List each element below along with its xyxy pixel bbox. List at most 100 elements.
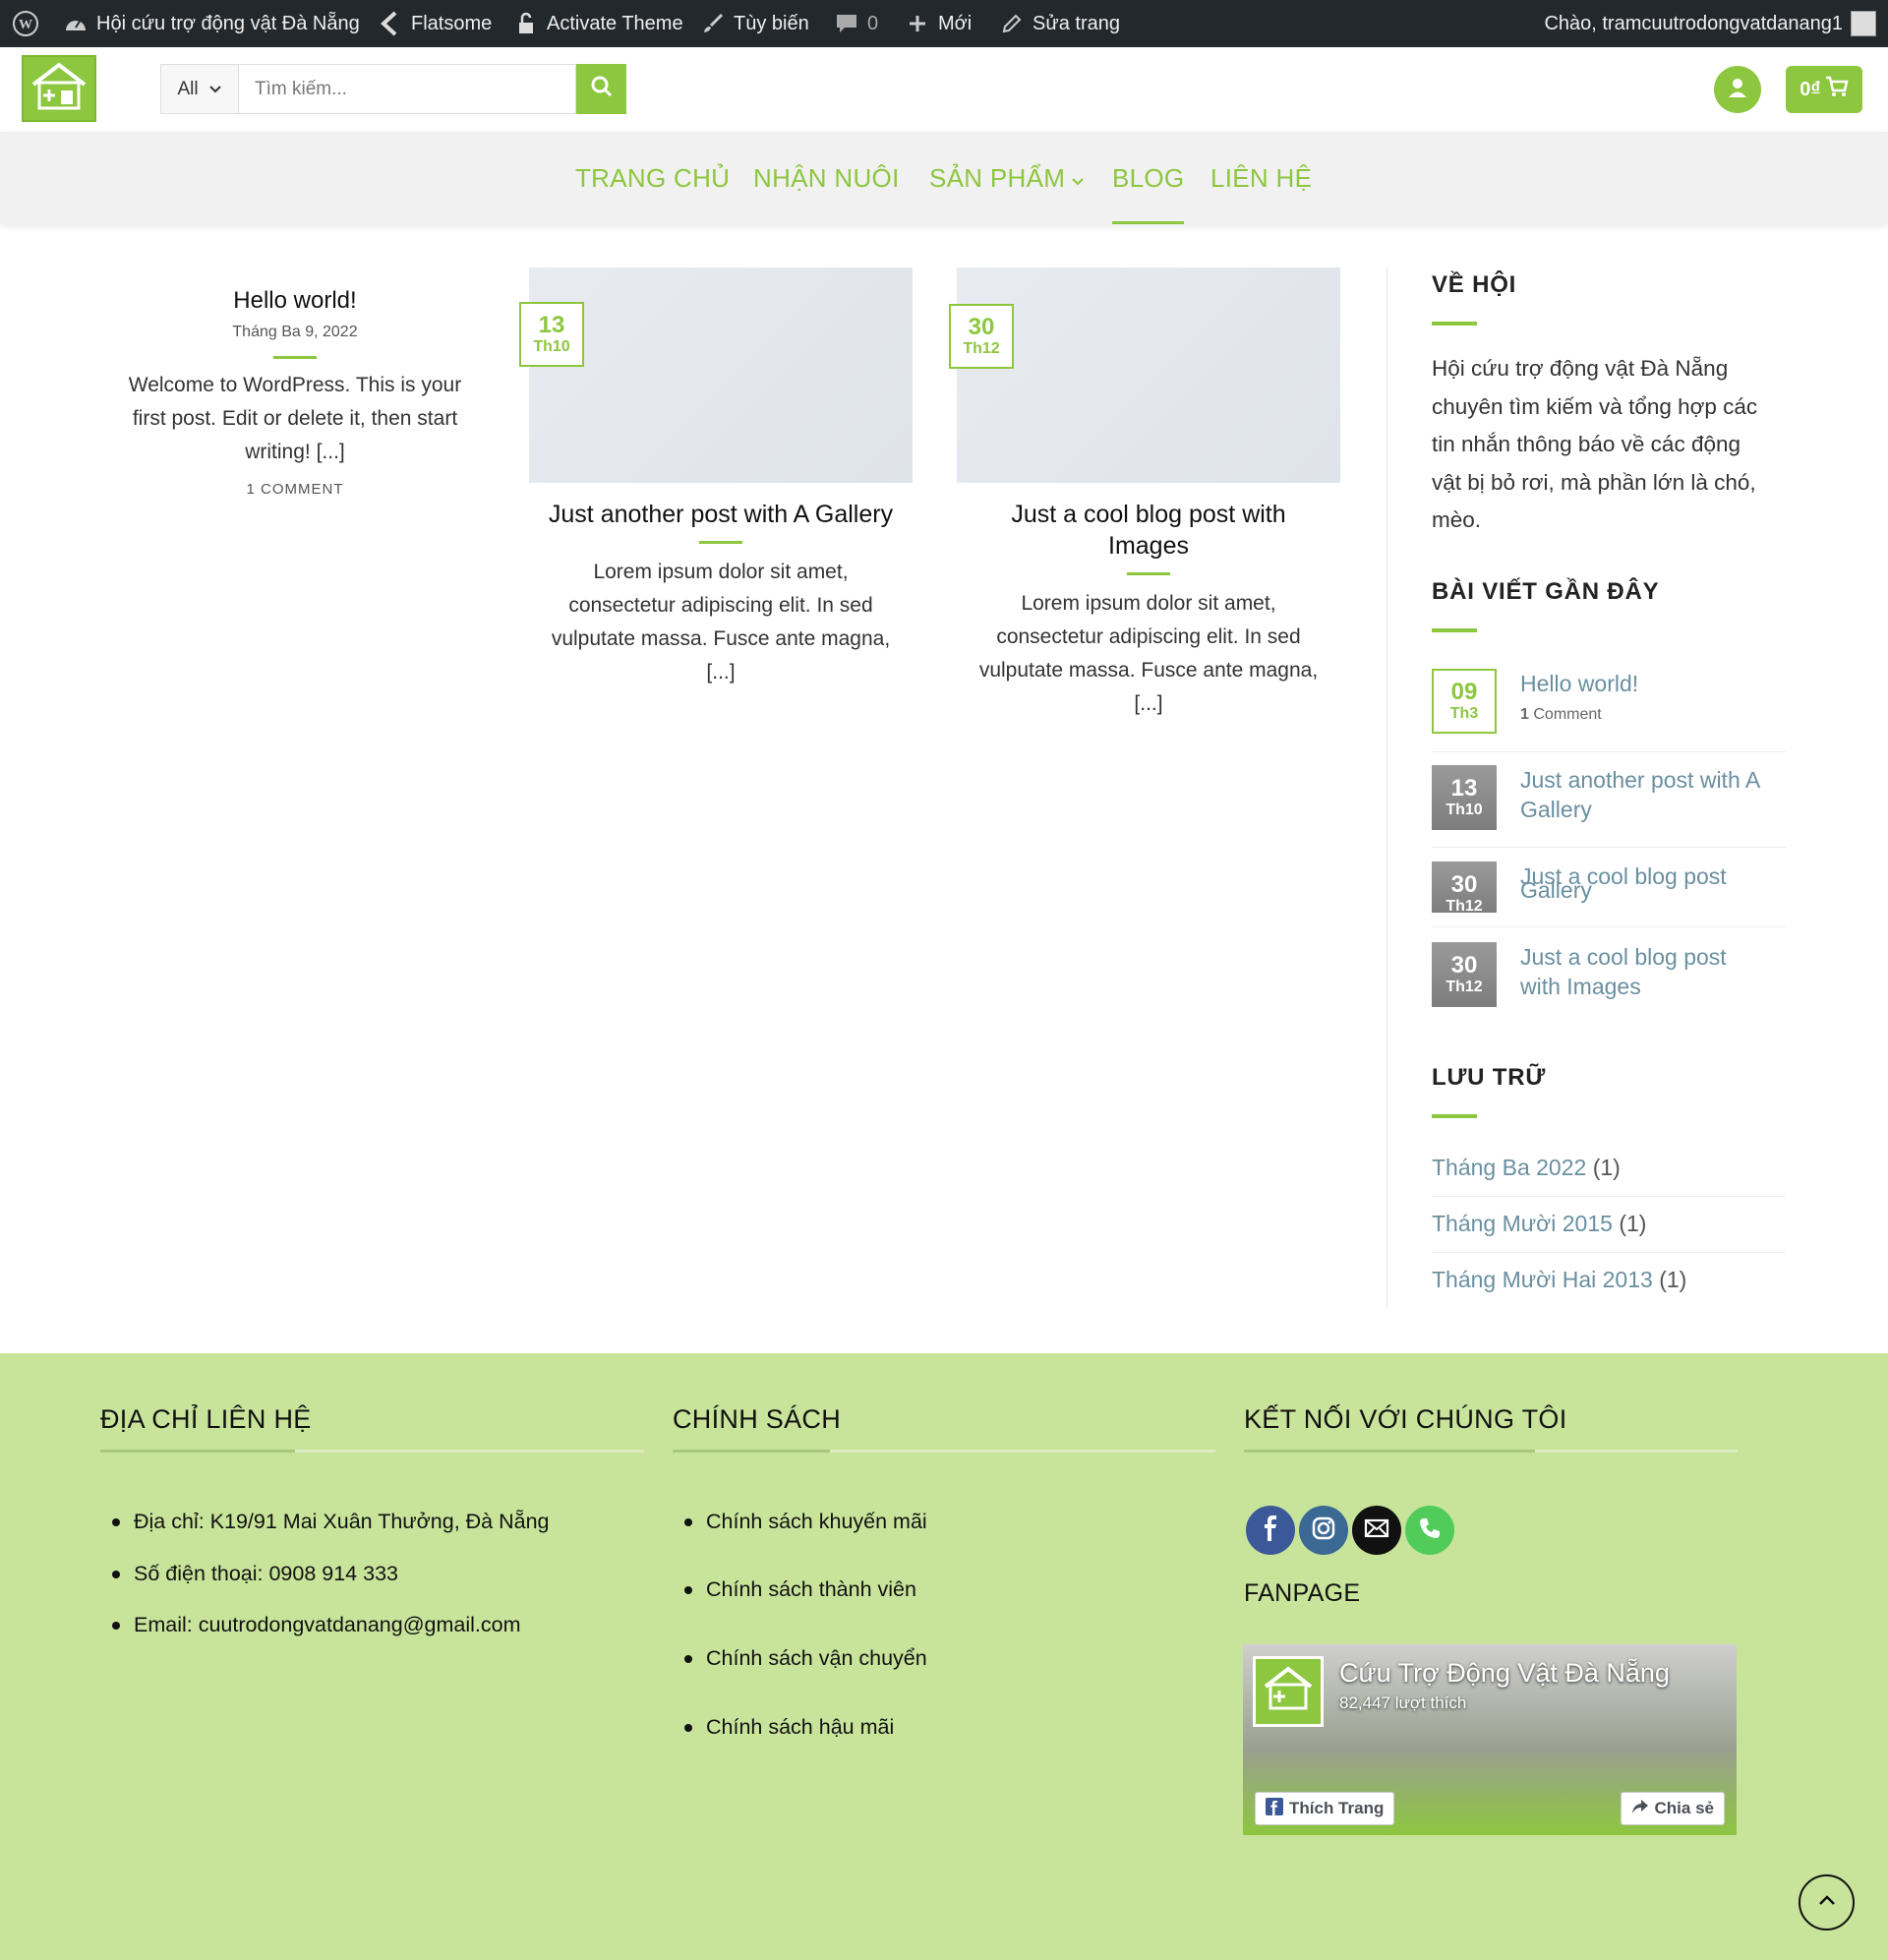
archive-count: (1) [1659,1267,1687,1292]
share-icon [1631,1799,1649,1819]
nav-item-blog[interactable]: BLOG [1112,132,1185,224]
nav-item-adopt[interactable]: NHẬN NUÔI [753,132,900,224]
badge-day: 30 [1450,952,1478,979]
admin-activate-label: Activate Theme [547,12,683,34]
nav-item-label: SẢN PHẨM [929,162,1066,193]
footer-policy-link[interactable]: Chính sách thành viên [684,1577,916,1602]
fanpage-like-button[interactable]: Thích Trang [1255,1792,1395,1825]
search-icon [590,75,614,103]
fanpage-name[interactable]: Cứu Trợ Động Vật Đà Nẵng [1339,1658,1670,1689]
wordpress-logo-icon[interactable]: W [12,0,39,47]
footer-contact-item: Số điện thoại: 0908 914 333 [112,1562,398,1586]
excerpt-line: consectetur adipiscing elit. In sed [996,625,1301,648]
post-card[interactable]: Hello world! Tháng Ba 9, 2022 Welcome to… [108,285,482,498]
post-title-line: Images [1108,532,1189,560]
admin-site-name-label: Hội cứu trợ động vật Đà Nẵng [96,12,360,34]
badge-day: 09 [1450,679,1478,705]
post-divider [273,356,317,359]
post-thumbnail[interactable] [957,267,1340,483]
admin-account[interactable]: Chào, tramcuutrodongvatdanang1 [1544,0,1876,47]
footer-policy-link[interactable]: Chính sách hậu mãi [684,1715,894,1740]
search-input[interactable] [238,64,576,114]
admin-site-name[interactable]: Hội cứu trợ động vật Đà Nẵng [63,0,360,47]
recent-post[interactable]: 30 Th12 Just a cool blog post with Image… [1432,942,1786,1011]
footer-contact-item: Địa chỉ: K19/91 Mai Xuân Thưởng, Đà Nẵng [112,1510,550,1534]
recent-post-title[interactable]: Just a cool blog post Gallery [1520,861,1727,905]
nav-item-products[interactable]: SẢN PHẨM [929,132,1085,224]
admin-comments[interactable]: 0 [834,0,878,47]
admin-activate-theme[interactable]: Activate Theme [513,0,683,47]
site-header: All 0₫ [0,47,1888,132]
unlock-icon [513,11,539,36]
recent-post-meta: 1 Comment [1520,706,1602,724]
recent-post-title[interactable]: Just a cool blog post with Images [1520,942,1727,1001]
instagram-button[interactable] [1299,1506,1348,1555]
recent-title-line: Gallery [1520,797,1592,822]
recent-post[interactable]: 13 Th10 Just another post with A Gallery [1432,765,1786,834]
admin-avatar [1851,11,1876,36]
post-divider [1127,572,1170,575]
nav-item-label: NHẬN NUÔI [753,162,900,193]
archive-item[interactable]: Tháng Mười 2015 (1) [1432,1211,1646,1237]
archive-item[interactable]: Tháng Ba 2022 (1) [1432,1155,1621,1181]
archive-link[interactable]: Tháng Ba 2022 [1432,1155,1586,1180]
post-title[interactable]: Just another post with A Gallery [529,499,913,530]
admin-edit-page[interactable]: Sửa trang [999,0,1120,47]
footer-policy-link[interactable]: Chính sách vận chuyển [684,1646,927,1671]
back-to-top-button[interactable] [1799,1874,1855,1930]
post-date-badge: 30 Th12 [949,304,1014,369]
badge-day: 30 [1450,871,1478,898]
search-category-select[interactable]: All [160,64,238,114]
footer-title-line [1244,1450,1738,1453]
recent-post[interactable]: 09 Th3 Hello world! 1 Comment [1432,669,1786,738]
post-thumbnail[interactable] [529,267,913,483]
fanpage-share-button[interactable]: Chia sẻ [1620,1792,1725,1825]
archive-link[interactable]: Tháng Mười 2015 [1432,1211,1613,1236]
admin-customize[interactable]: Tùy biến [700,0,809,47]
post-card[interactable]: 30 Th12 Just a cool blog post with Image… [949,267,1340,759]
search-button[interactable] [576,64,626,114]
fanpage-widget[interactable]: Cứu Trợ Động Vật Đà Nẵng 82,447 lượt thí… [1243,1644,1737,1835]
site-logo[interactable] [22,55,96,122]
search-category-label: All [177,78,199,99]
admin-new[interactable]: Mới [905,0,972,47]
archive-item[interactable]: Tháng Mười Hai 2013 (1) [1432,1267,1686,1293]
user-icon [1727,77,1748,103]
account-button[interactable] [1714,66,1761,113]
facebook-button[interactable] [1246,1506,1295,1555]
badge-month: Th10 [533,338,570,355]
cart-button[interactable]: 0₫ [1786,66,1862,113]
recent-post[interactable]: 30 Th12 Just a cool blog post Gallery [1432,861,1786,913]
archive-separator [1432,1196,1786,1197]
excerpt-line: vulputate massa. Fusce ante magna, [551,627,891,650]
post-title[interactable]: Hello world! [108,285,482,317]
about-line: tin nhắn thông báo về các động [1432,432,1741,456]
about-text: Hội cứu trợ động vật Đà Nẵng chuyên tìm … [1432,350,1796,540]
nav-item-home[interactable]: TRANG CHỦ [575,132,730,224]
post-card[interactable]: 13 Th10 Just another post with A Gallery… [519,267,913,730]
nav-item-label: TRANG CHỦ [575,162,731,193]
footer-contact-item[interactable]: Email: cuutrodongvatdanang@gmail.com [112,1613,521,1637]
recent-post-title[interactable]: Hello world! [1520,669,1638,698]
excerpt-line: writing! [...] [245,441,345,463]
fanpage-likes: 82,447 lượt thích [1339,1693,1467,1712]
archive-link[interactable]: Tháng Mười Hai 2013 [1432,1267,1653,1292]
recent-post-title[interactable]: Just another post with A Gallery [1520,765,1760,824]
main-nav: TRANG CHỦ NHẬN NUÔI SẢN PHẨM BLOG LIÊN H… [0,132,1888,224]
nav-item-contact[interactable]: LIÊN HỆ [1210,132,1312,224]
footer-policy-link[interactable]: Chính sách khuyến mãi [684,1510,927,1534]
post-excerpt: Lorem ipsum dolor sit amet, consectetur … [529,556,913,689]
phone-button[interactable] [1405,1506,1454,1555]
admin-greeting: Chào, tramcuutrodongvatdanang1 [1544,12,1843,34]
email-icon [1364,1518,1389,1543]
post-comments-link[interactable]: 1 COMMENT [108,481,482,498]
about-line: chuyên tìm kiếm và tổng hợp các [1432,393,1758,419]
email-button[interactable] [1352,1506,1401,1555]
archive-count: (1) [1592,1155,1621,1180]
badge-month: Th12 [963,340,1000,357]
post-title[interactable]: Just a cool blog post with Images [957,499,1340,562]
cart-icon [1825,76,1849,103]
admin-theme-link[interactable]: Flatsome [378,0,492,47]
recent-title-line: with Images [1520,974,1641,999]
widget-title-recent: BÀI VIẾT GẦN ĐÂY [1432,578,1660,605]
